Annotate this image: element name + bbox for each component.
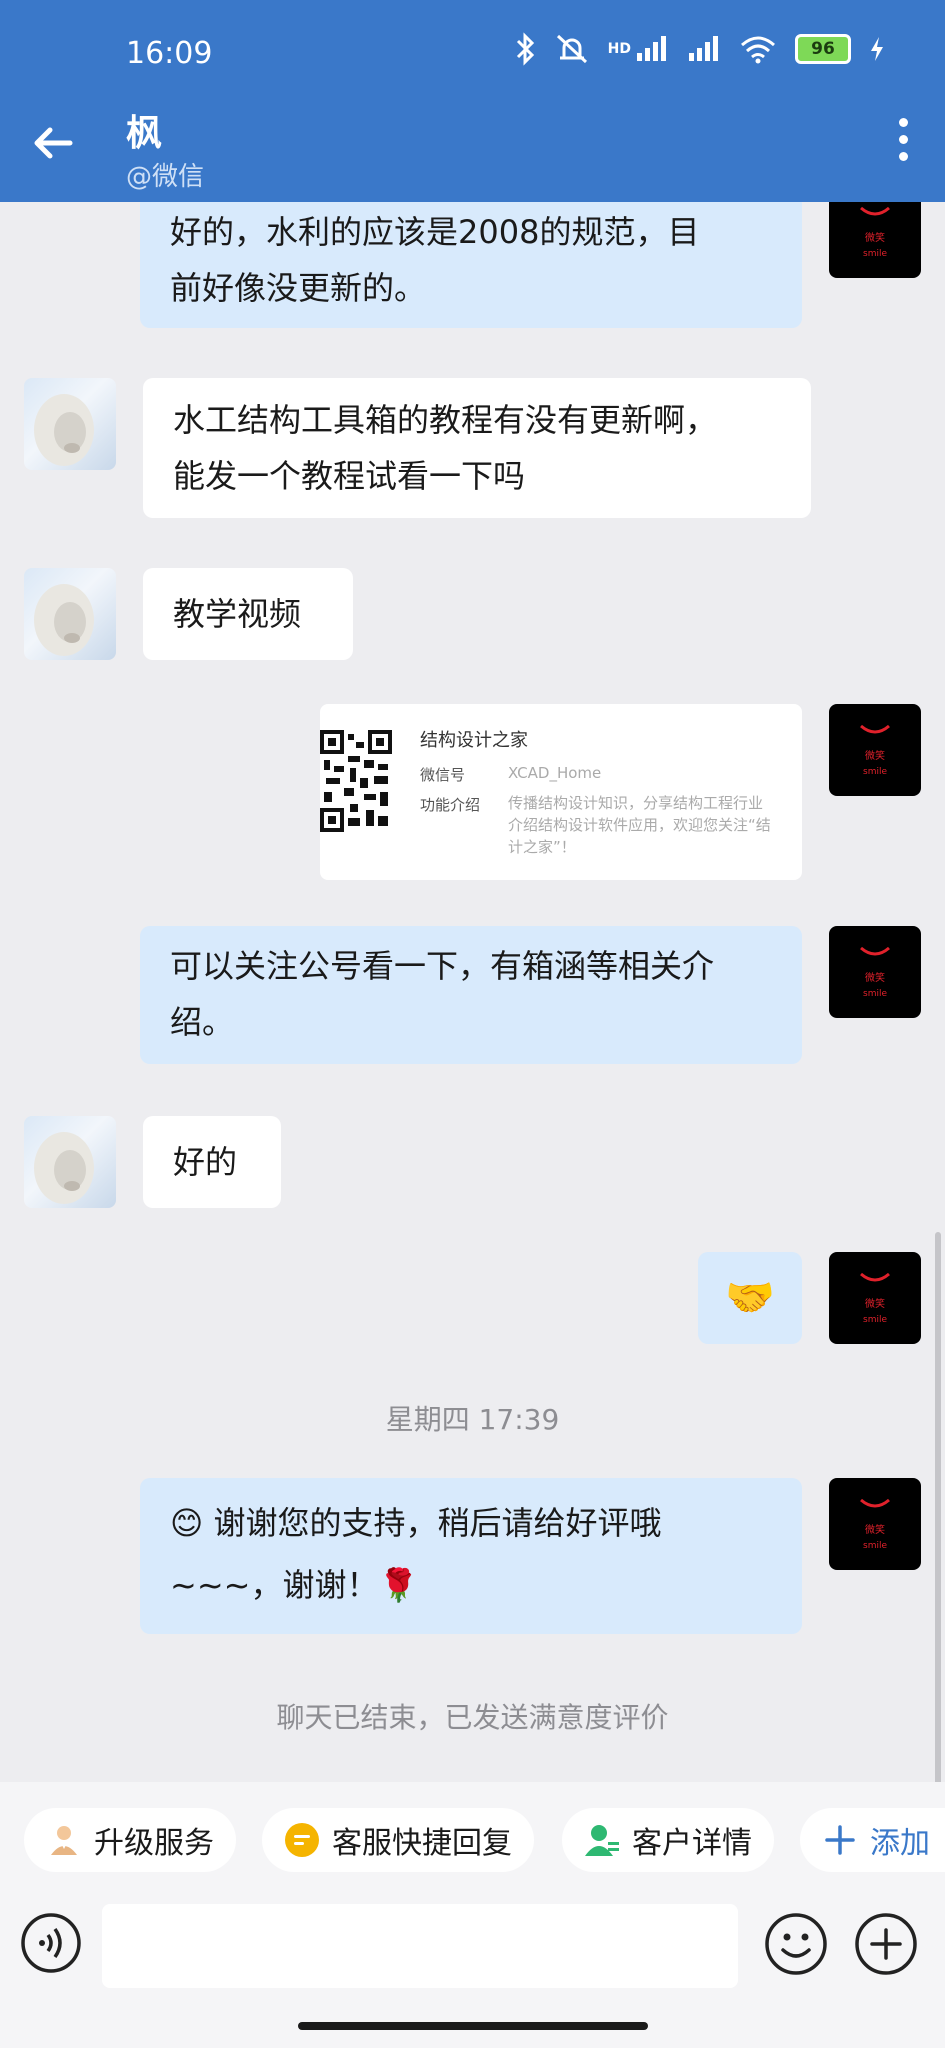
svg-text:微笑: 微笑 xyxy=(865,1523,885,1536)
card-title: 结构设计之家 xyxy=(420,730,528,751)
home-indicator[interactable] xyxy=(298,2022,648,2030)
agent-avatar[interactable]: 微笑 smile xyxy=(829,704,921,796)
message-line: 绍。 xyxy=(170,1003,235,1041)
user-avatar[interactable] xyxy=(24,568,116,660)
message-bubble[interactable]: 水工结构工具箱的教程有没有更新啊， 能发一个教程试看一下吗 xyxy=(143,378,811,518)
message-line: 水工结构工具箱的教程有没有更新啊， xyxy=(173,401,718,439)
more-options-icon[interactable] xyxy=(893,118,913,168)
chip-label: 添加 xyxy=(870,1826,930,1861)
smile-logo-icon: 微笑 smile xyxy=(860,724,890,777)
message-line: 😊 谢谢您的支持，稍后请给好评哦 xyxy=(170,1492,772,1554)
more-actions-icon[interactable] xyxy=(854,1912,918,1976)
message-bubble[interactable]: 好的 xyxy=(143,1116,281,1208)
input-bar xyxy=(0,1892,945,2048)
message-bubble[interactable]: 😊 谢谢您的支持，稍后请给好评哦 ~~~，谢谢！🌹 xyxy=(140,1478,802,1634)
charging-icon xyxy=(871,37,883,61)
message-bubble[interactable]: 🤝 xyxy=(698,1252,802,1344)
upgrade-service-button[interactable]: 升级服务 xyxy=(24,1808,236,1872)
card-id-value: XCAD_Home xyxy=(508,764,602,782)
message-text: 谢谢您的支持，稍后请给好评哦 xyxy=(213,1504,662,1542)
signal-icon-2 xyxy=(689,36,718,61)
chip-label: 客户详情 xyxy=(632,1826,752,1861)
card-id-label: 微信号 xyxy=(420,766,466,784)
svg-text:微笑: 微笑 xyxy=(865,1297,885,1310)
agent-avatar[interactable]: 微笑 smile xyxy=(829,1478,921,1570)
agent-avatar[interactable]: 微笑 smile xyxy=(829,1252,921,1344)
message-line: 可以关注公号看一下，有箱涵等相关介 xyxy=(170,947,715,985)
smile-logo-icon: 微笑 smile xyxy=(860,946,890,999)
lion-avatar-icon xyxy=(34,1132,94,1204)
svg-text:smile: smile xyxy=(863,767,887,777)
smile-emoji: 😊 xyxy=(170,1504,204,1542)
add-button[interactable]: 添加 xyxy=(800,1808,945,1872)
svg-text:smile: smile xyxy=(863,989,887,999)
qr-code-icon xyxy=(320,730,392,832)
customer-details-button[interactable]: 客户详情 xyxy=(562,1808,774,1872)
timestamp: 星期四 17:39 xyxy=(385,1403,560,1436)
wifi-icon xyxy=(741,36,775,64)
quick-reply-button[interactable]: 客服快捷回复 xyxy=(262,1808,534,1872)
user-avatar[interactable] xyxy=(24,378,116,470)
agent-avatar[interactable]: 微笑 smile xyxy=(829,926,921,1018)
quick-reply-icon xyxy=(284,1822,320,1858)
card-intro-line: 介绍结构设计软件应用，欢迎您关注“结 xyxy=(508,816,771,834)
message-line: 能发一个教程试看一下吗 xyxy=(173,457,526,495)
message-line: 教学视频 xyxy=(173,595,302,633)
message-line: 前好像没更新的。 xyxy=(170,269,427,307)
mute-bell-icon xyxy=(556,34,587,64)
lion-avatar-icon xyxy=(34,584,94,656)
message-line: ~~~，谢谢！🌹 xyxy=(170,1554,772,1616)
rose-emoji: 🌹 xyxy=(378,1566,419,1604)
lion-avatar-icon xyxy=(34,394,94,466)
svg-text:微笑: 微笑 xyxy=(865,971,885,984)
hd-label: HD xyxy=(607,41,631,57)
status-time: 16:09 xyxy=(126,36,213,71)
chip-label: 客服快捷回复 xyxy=(332,1826,512,1861)
official-account-card[interactable]: 结构设计之家 微信号 XCAD_Home 功能介绍 传播结构设计知识，分享结构工… xyxy=(320,704,802,880)
battery-indicator: 96 xyxy=(795,34,851,64)
message-bubble[interactable]: 好的，水利的应该是2008的规范，目 前好像没更新的。 xyxy=(140,202,802,328)
svg-text:smile: smile xyxy=(863,1541,887,1551)
person-icon xyxy=(46,1822,82,1858)
svg-text:smile: smile xyxy=(863,1315,887,1325)
message-line: 好的，水利的应该是2008的规范，目 xyxy=(170,213,700,251)
bluetooth-icon xyxy=(516,32,534,66)
status-icons: HD 96 xyxy=(514,32,885,66)
chip-label: 升级服务 xyxy=(94,1826,214,1861)
scrollbar[interactable] xyxy=(935,1232,941,1782)
agent-avatar[interactable]: 微笑 smile xyxy=(829,202,921,278)
smile-logo-icon: 微笑 smile xyxy=(860,206,890,259)
message-input[interactable] xyxy=(102,1904,738,1988)
top-bar: 16:09 HD 96 枫 @微信 xyxy=(0,0,945,202)
customer-icon xyxy=(584,1822,620,1858)
emoji-picker-icon[interactable] xyxy=(764,1912,828,1976)
contact-name: 枫 xyxy=(126,113,163,154)
svg-text:微笑: 微笑 xyxy=(865,749,885,762)
message-bubble[interactable]: 教学视频 xyxy=(143,568,353,660)
svg-text:微笑: 微笑 xyxy=(865,231,885,244)
contact-source: @微信 xyxy=(126,162,205,192)
user-avatar[interactable] xyxy=(24,1116,116,1208)
card-intro-line: 传播结构设计知识，分享结构工程行业 xyxy=(508,794,764,812)
chat-area: 好的，水利的应该是2008的规范，目 前好像没更新的。 微笑 smile 水工结构… xyxy=(0,202,945,1782)
svg-text:smile: smile xyxy=(863,249,887,259)
signal-icon xyxy=(637,36,666,61)
card-intro-label: 功能介绍 xyxy=(420,796,481,814)
smile-logo-icon: 微笑 smile xyxy=(860,1498,890,1551)
voice-input-icon[interactable] xyxy=(20,1912,82,1974)
quick-actions-bar: 升级服务 客服快捷回复 客户详情 添加 xyxy=(0,1782,945,1892)
back-arrow-icon[interactable] xyxy=(28,118,78,168)
smile-logo-icon: 微笑 smile xyxy=(860,1272,890,1325)
message-bubble[interactable]: 可以关注公号看一下，有箱涵等相关介 绍。 xyxy=(140,926,802,1064)
plus-icon xyxy=(822,1822,858,1858)
system-note: 聊天已结束，已发送满意度评价 xyxy=(276,1701,669,1734)
handshake-emoji: 🤝 xyxy=(725,1275,775,1321)
message-line: 好的 xyxy=(173,1143,238,1181)
card-intro-line: 计之家”！ xyxy=(508,838,576,856)
message-text: ~~~，谢谢！ xyxy=(170,1566,379,1604)
